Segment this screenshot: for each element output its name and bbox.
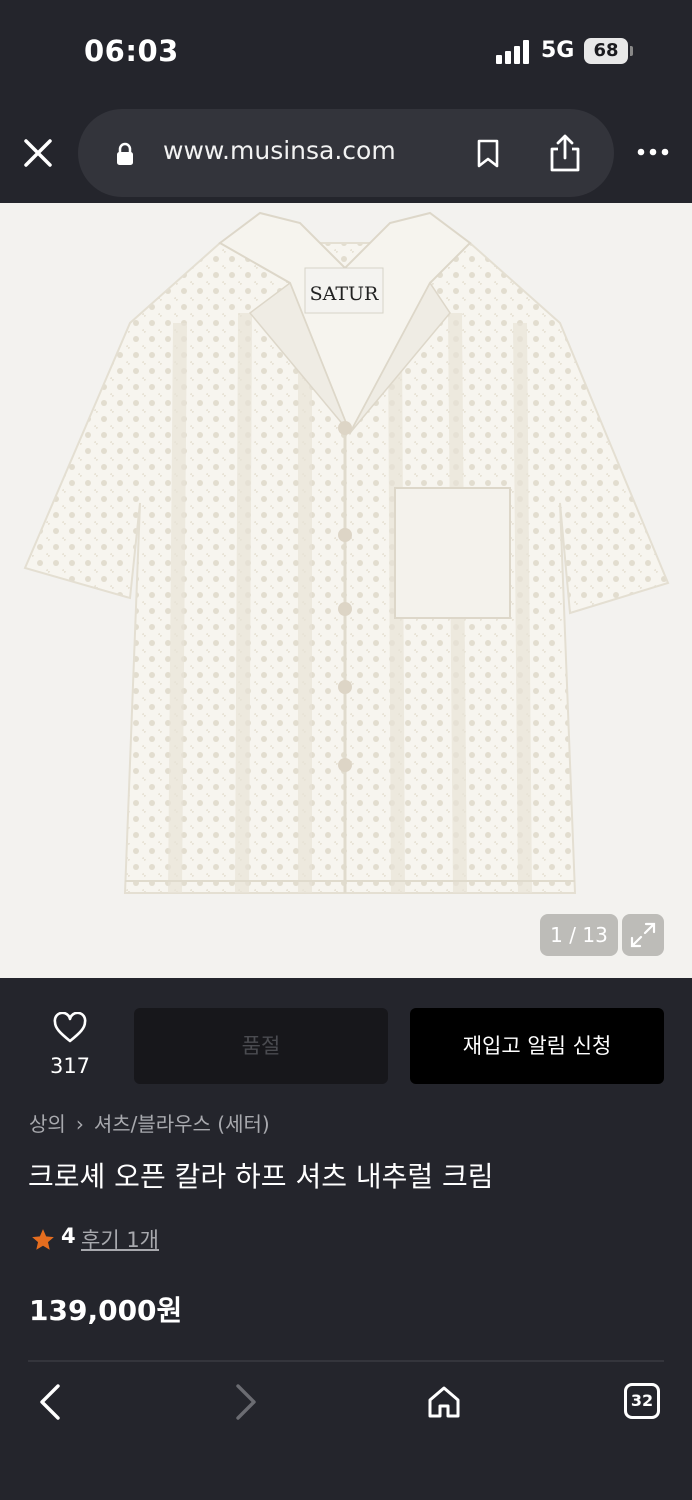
brand-label: SATUR <box>309 283 379 305</box>
browser-bar: www.musinsa.com <box>0 100 692 203</box>
product-title: 크로셰 오픈 칼라 하프 셔츠 내추럴 크림 <box>28 1160 494 1193</box>
shirt-illustration <box>23 211 670 894</box>
like-button[interactable]: 317 <box>36 1008 104 1088</box>
star-icon <box>32 1229 54 1250</box>
image-counter: 1 / 13 <box>540 914 618 956</box>
review-link[interactable]: 후기 1개 <box>81 1224 159 1254</box>
heart-icon <box>53 1012 87 1043</box>
more-icon[interactable] <box>636 144 670 158</box>
url-text: www.musinsa.com <box>163 136 396 165</box>
chevron-right-icon: › <box>75 1112 84 1136</box>
back-icon[interactable] <box>34 1382 66 1422</box>
status-bar: 06:03 5G 68 <box>0 0 692 100</box>
status-time: 06:03 <box>84 34 179 68</box>
battery-icon: 68 <box>584 38 628 64</box>
product-price: 139,000원 <box>29 1294 183 1327</box>
lock-icon <box>114 142 136 166</box>
expand-icon[interactable] <box>622 914 664 956</box>
address-bar[interactable]: www.musinsa.com <box>78 109 614 197</box>
share-icon[interactable] <box>548 133 582 173</box>
forward-icon[interactable] <box>230 1382 262 1422</box>
purchase-action-row: 317 품절 재입고 알림 신청 <box>0 978 692 1098</box>
bottom-toolbar: 32 <box>0 1362 692 1500</box>
like-count: 317 <box>49 1054 91 1078</box>
home-icon[interactable] <box>424 1382 464 1422</box>
breadcrumb: 상의 › 셔츠/블라우스 (세터) <box>29 1108 270 1137</box>
bookmark-icon[interactable] <box>476 139 500 169</box>
restock-alert-button[interactable]: 재입고 알림 신청 <box>410 1008 664 1084</box>
breadcrumb-item-top[interactable]: 상의 <box>29 1112 66 1136</box>
product-image[interactable]: SATUR 1 / 13 <box>0 203 692 978</box>
close-icon[interactable] <box>20 135 56 171</box>
tabs-icon[interactable]: 32 <box>624 1383 660 1419</box>
battery-tip <box>630 46 633 56</box>
signal-icon <box>496 40 532 64</box>
rating-value: 4 <box>61 1224 76 1248</box>
soldout-button: 품절 <box>134 1008 388 1084</box>
breadcrumb-item-shirts[interactable]: 셔츠/블라우스 (세터) <box>94 1112 270 1136</box>
network-label: 5G <box>541 38 575 63</box>
